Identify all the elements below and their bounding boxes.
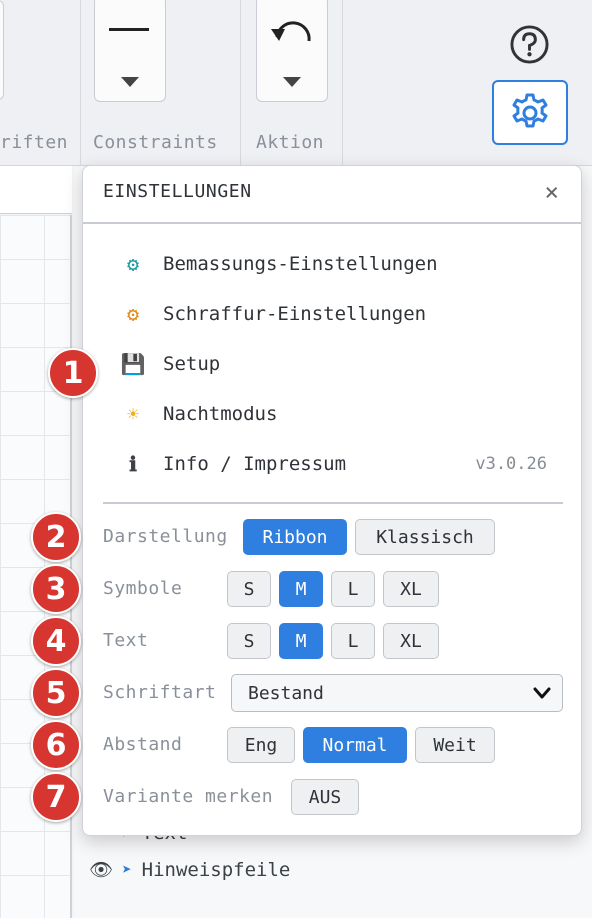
popup-header: EINSTELLUNGEN × (83, 166, 581, 224)
popup-title: EINSTELLUNGEN (103, 181, 252, 202)
gear-icon (512, 93, 548, 127)
schriftart-label: Schriftart (103, 682, 217, 703)
menu-item-schraffur[interactable]: ⚙ Schraffur-Einstellungen (83, 294, 581, 334)
divider (103, 502, 563, 504)
text-l-button[interactable]: L (331, 623, 375, 659)
text-s-button[interactable]: S (227, 623, 271, 659)
info-icon: ℹ (129, 452, 137, 476)
layer-label: Hinweispfeile (141, 858, 291, 881)
undo-dropdown[interactable] (256, 0, 328, 102)
symbole-xl-button[interactable]: XL (383, 571, 439, 607)
gear-icon: ⚙ (126, 302, 140, 326)
callout-badge-1: 1 (48, 348, 98, 398)
floppy-disk-icon: 💾 (120, 352, 146, 376)
chevron-down-icon (533, 687, 551, 699)
arrow-icon: ➤ (122, 860, 132, 879)
text-xl-button[interactable]: XL (383, 623, 439, 659)
abstand-label: Abstand (103, 734, 183, 755)
callout-badge-6: 6 (31, 720, 81, 770)
ribbon-toolbar: riften Constraints Aktion (0, 0, 592, 166)
help-icon[interactable] (509, 24, 550, 65)
eye-icon[interactable]: 👁 (88, 858, 114, 881)
version-text: v3.0.26 (475, 454, 547, 474)
ribbon-separator (240, 0, 241, 166)
gear-icon: ⚙ (126, 252, 140, 276)
menu-item-info[interactable]: ℹ Info / Impressum v3.0.26 (83, 444, 581, 484)
callout-badge-4: 4 (31, 616, 81, 666)
ribbon-separator (342, 0, 343, 166)
ribbon-button-partial[interactable] (0, 0, 4, 100)
abstand-eng-button[interactable]: Eng (227, 727, 295, 763)
schriftart-value: Bestand (248, 682, 324, 704)
ribbon-separator (80, 0, 81, 166)
constraint-line-dropdown[interactable] (94, 0, 166, 102)
settings-popup: EINSTELLUNGEN × ⚙ Bemassungs-Einstellung… (82, 165, 582, 836)
darstellung-ribbon-button[interactable]: Ribbon (243, 519, 347, 555)
line-icon (109, 28, 149, 31)
menu-item-label: Info / Impressum (163, 453, 347, 475)
darstellung-label: Darstellung (103, 526, 228, 547)
chevron-down-icon (121, 77, 139, 87)
layer-row-hinweispfeile[interactable]: 👁 ➤ Hinweispfeile (88, 858, 291, 882)
menu-item-label: Schraffur-Einstellungen (163, 303, 427, 325)
variante-merken-toggle[interactable]: AUS (291, 779, 359, 815)
symbole-l-button[interactable]: L (331, 571, 375, 607)
ribbon-group-label-schriften: riften (0, 132, 69, 153)
schriftart-select[interactable]: Bestand (231, 674, 563, 712)
abstand-weit-button[interactable]: Weit (415, 727, 495, 763)
menu-item-label: Nachtmodus (163, 403, 278, 425)
ribbon-group-label-constraints: Constraints (93, 132, 218, 153)
tab-strip (0, 166, 72, 214)
text-label: Text (103, 630, 149, 651)
sun-icon: ☀ (126, 402, 140, 426)
symbole-m-button[interactable]: M (279, 571, 323, 607)
text-m-button[interactable]: M (279, 623, 323, 659)
callout-badge-2: 2 (31, 512, 81, 562)
darstellung-klassisch-button[interactable]: Klassisch (355, 519, 495, 555)
ribbon-group-label-aktion: Aktion (256, 132, 325, 153)
callout-badge-7: 7 (31, 772, 81, 822)
close-icon[interactable]: × (545, 178, 559, 206)
menu-item-label: Setup (163, 353, 221, 375)
settings-button[interactable] (492, 80, 568, 145)
abstand-normal-button[interactable]: Normal (303, 727, 407, 763)
menu-item-setup[interactable]: 💾 Setup (83, 344, 581, 384)
menu-item-bemassung[interactable]: ⚙ Bemassungs-Einstellungen (83, 244, 581, 284)
variante-merken-label: Variante merken (103, 786, 274, 807)
menu-item-nachtmodus[interactable]: ☀ Nachtmodus (83, 394, 581, 434)
undo-icon (271, 21, 311, 42)
symbole-s-button[interactable]: S (227, 571, 271, 607)
callout-badge-3: 3 (31, 564, 81, 614)
symbole-label: Symbole (103, 578, 183, 599)
callout-badge-5: 5 (31, 668, 81, 718)
menu-item-label: Bemassungs-Einstellungen (163, 253, 438, 275)
chevron-down-icon (283, 77, 301, 87)
